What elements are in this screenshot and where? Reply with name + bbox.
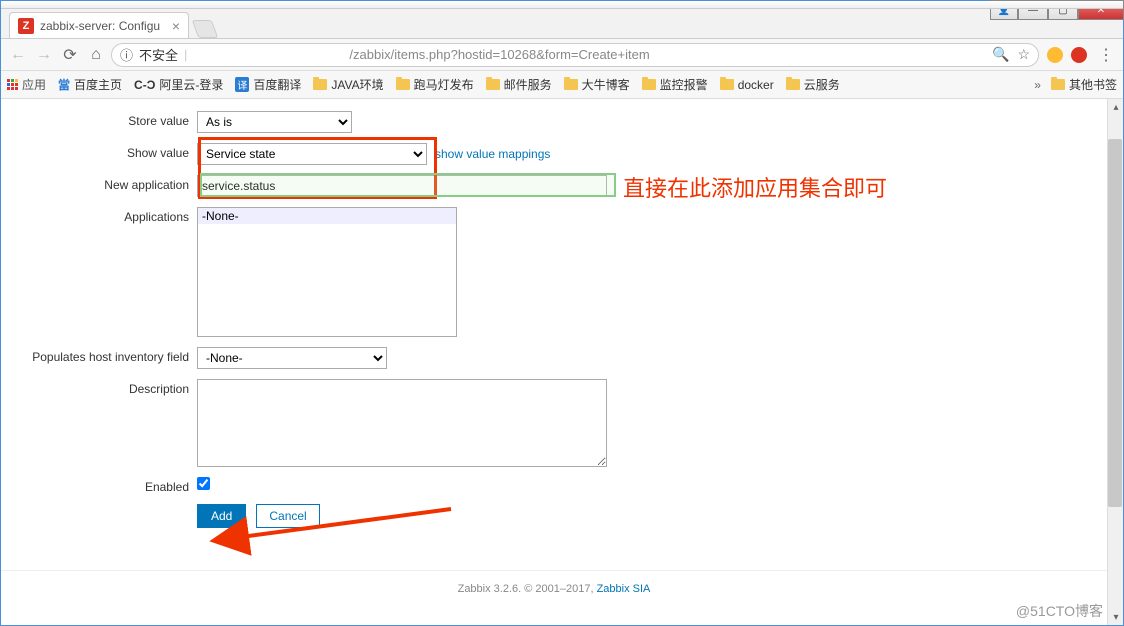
cancel-button[interactable]: Cancel <box>256 504 319 528</box>
extension-icons <box>1043 47 1091 63</box>
apps-label: 应用 <box>22 76 46 93</box>
insecure-label: 不安全 <box>139 45 178 64</box>
apps-button[interactable]: 应用 <box>7 76 46 93</box>
store-value-select[interactable]: As is <box>197 111 352 133</box>
url-path: /zabbix/items.php?hostid=10268&form=Crea… <box>349 47 649 62</box>
footer-link[interactable]: Zabbix SIA <box>597 583 651 595</box>
info-icon: ⓘ <box>120 45 133 64</box>
annotation-text: 直接在此添加应用集合即可 <box>623 171 887 203</box>
bookmark-pmd[interactable]: 跑马灯发布 <box>396 76 474 93</box>
show-value-mappings-link[interactable]: show value mappings <box>435 147 550 161</box>
list-item[interactable]: -None- <box>198 208 456 224</box>
new-application-label: New application <box>1 175 197 192</box>
page-content: Store value As is Show value Service sta… <box>1 99 1123 625</box>
bookmark-blog[interactable]: 大牛博客 <box>564 76 630 93</box>
new-tab-button[interactable] <box>192 20 219 38</box>
item-form: Store value As is Show value Service sta… <box>1 99 1123 528</box>
show-value-select[interactable]: Service state <box>197 143 427 165</box>
vertical-scrollbar[interactable]: ▴ ▾ <box>1107 99 1123 625</box>
back-button[interactable]: ← <box>7 46 29 64</box>
menu-button[interactable]: ⋮ <box>1095 45 1117 65</box>
folder-icon <box>313 79 327 90</box>
tab-strip: Z zabbix-server: Configu × <box>1 9 1123 39</box>
footer-text: Zabbix 3.2.6. © 2001–2017, <box>458 583 597 595</box>
applications-listbox[interactable]: -None- <box>197 207 457 337</box>
tab-title: zabbix-server: Configu <box>40 19 160 33</box>
applications-label: Applications <box>1 207 197 224</box>
folder-icon <box>786 79 800 90</box>
enabled-label: Enabled <box>1 477 197 494</box>
address-bar[interactable]: ⓘ 不安全 | /zabbix/items.php?hostid=10268&f… <box>111 43 1039 67</box>
bookmarks-bar: 应用 當百度主页 C-Ɔ阿里云-登录 译百度翻译 JAVA环境 跑马灯发布 邮件… <box>1 71 1123 99</box>
watermark: @51CTO博客 <box>1016 601 1103 621</box>
forward-button[interactable]: → <box>33 46 55 64</box>
enabled-checkbox[interactable] <box>197 477 210 490</box>
browser-tab[interactable]: Z zabbix-server: Configu × <box>9 12 189 38</box>
bookmark-baidu[interactable]: 當百度主页 <box>58 76 122 93</box>
extension-icon-2[interactable] <box>1071 47 1087 63</box>
show-value-label: Show value <box>1 143 197 160</box>
page-footer: Zabbix 3.2.6. © 2001–2017, Zabbix SIA <box>1 570 1107 595</box>
overflow-chevron-icon[interactable]: » <box>1034 78 1041 92</box>
folder-icon <box>396 79 410 90</box>
folder-icon <box>486 79 500 90</box>
star-icon[interactable]: ☆ <box>1017 46 1030 63</box>
browser-window: 👤 — ▢ ✕ Z zabbix-server: Configu × ← → ⟳… <box>0 0 1124 626</box>
folder-icon <box>564 79 578 90</box>
bookmark-cloud[interactable]: 云服务 <box>786 76 840 93</box>
tab-close-icon[interactable]: × <box>172 18 180 34</box>
inventory-select[interactable]: -None- <box>197 347 387 369</box>
bookmark-docker[interactable]: docker <box>720 78 774 92</box>
apps-icon <box>7 79 18 90</box>
other-bookmarks[interactable]: 其他书签 <box>1051 76 1117 93</box>
folder-icon <box>1051 79 1065 90</box>
new-application-input[interactable] <box>197 175 607 197</box>
navigation-bar: ← → ⟳ ⌂ ⓘ 不安全 | /zabbix/items.php?hostid… <box>1 39 1123 71</box>
bookmark-monitor[interactable]: 监控报警 <box>642 76 708 93</box>
bookmark-fanyi[interactable]: 译百度翻译 <box>235 76 301 93</box>
bookmark-mail[interactable]: 邮件服务 <box>486 76 552 93</box>
titlebar <box>1 1 1123 9</box>
search-in-addr-icon[interactable]: 🔍 <box>992 46 1009 63</box>
scroll-up-arrow-icon[interactable]: ▴ <box>1108 99 1123 115</box>
bookmark-aliyun[interactable]: C-Ɔ阿里云-登录 <box>134 76 223 93</box>
scrollbar-thumb[interactable] <box>1108 139 1122 507</box>
description-textarea[interactable] <box>197 379 607 467</box>
folder-icon <box>642 79 656 90</box>
folder-icon <box>720 79 734 90</box>
add-button[interactable]: Add <box>197 504 246 528</box>
extension-icon-1[interactable] <box>1047 47 1063 63</box>
store-value-label: Store value <box>1 111 197 128</box>
tab-favicon: Z <box>18 18 34 34</box>
reload-button[interactable]: ⟳ <box>59 45 81 65</box>
scroll-down-arrow-icon[interactable]: ▾ <box>1108 609 1123 625</box>
description-label: Description <box>1 379 197 396</box>
bookmark-java[interactable]: JAVA环境 <box>313 76 383 93</box>
inventory-label: Populates host inventory field <box>1 347 197 364</box>
home-button[interactable]: ⌂ <box>85 46 107 64</box>
